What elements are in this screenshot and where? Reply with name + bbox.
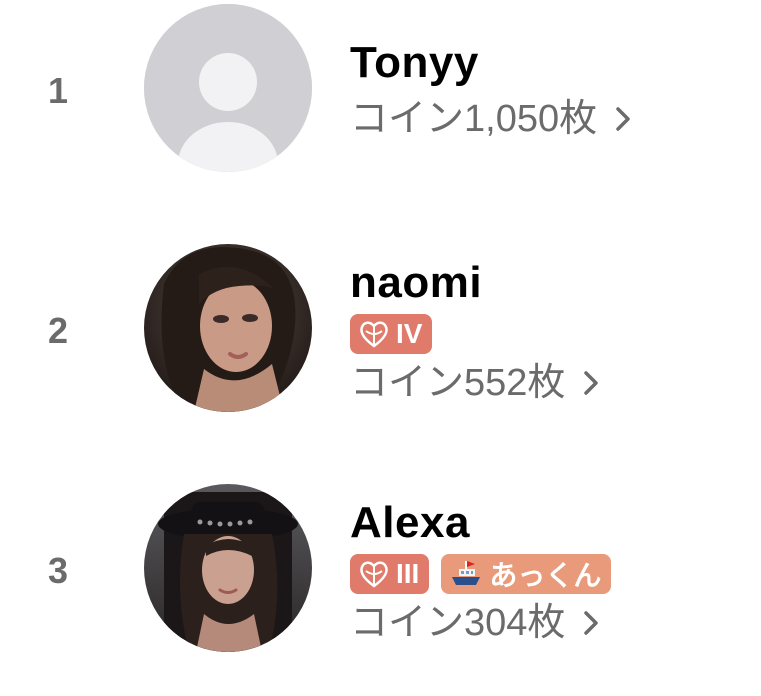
rank-number: 3 bbox=[48, 550, 69, 591]
coin-count-label: コイン552枚 bbox=[350, 362, 566, 404]
badge-label: あっくん bbox=[489, 560, 602, 591]
badge-label: IV bbox=[396, 318, 423, 349]
ranking-row[interactable]: 3 Alexa III あっくん コイン304枚 bbox=[0, 480, 761, 680]
level-badge: IV bbox=[350, 314, 433, 354]
ranking-row[interactable]: 1 Tonyy コイン1,050枚 bbox=[0, 0, 761, 200]
user-name: Tonyy bbox=[350, 38, 479, 87]
heart-emblem-icon bbox=[360, 561, 388, 588]
coin-count-label: コイン1,050枚 bbox=[350, 98, 598, 140]
chevron-right-icon bbox=[616, 107, 630, 131]
ranking-row[interactable]: 2 naomi IV コイン552枚 bbox=[0, 240, 761, 440]
supporter-badge: あっくん bbox=[441, 554, 612, 594]
level-badge: III bbox=[350, 554, 430, 594]
ranking-list: 1 Tonyy コイン1,050枚 2 naomi IV コイン552枚 3 A… bbox=[0, 0, 761, 696]
user-photo bbox=[144, 244, 312, 412]
chevron-right-icon bbox=[584, 611, 599, 635]
chevron-right-icon bbox=[584, 371, 599, 395]
coin-count-label: コイン304枚 bbox=[350, 602, 566, 644]
badge-list: III あっくん bbox=[350, 554, 612, 594]
badge-list: IV bbox=[350, 314, 599, 354]
avatar[interactable] bbox=[144, 244, 312, 412]
coin-count[interactable]: コイン552枚 bbox=[350, 358, 599, 408]
user-info: naomi IV コイン552枚 bbox=[350, 258, 599, 408]
heart-emblem-icon bbox=[360, 321, 388, 348]
coin-count[interactable]: コイン1,050枚 bbox=[350, 94, 631, 144]
ship-icon bbox=[452, 561, 481, 585]
badge-label: III bbox=[396, 558, 420, 589]
avatar[interactable] bbox=[144, 4, 312, 172]
user-info: Tonyy コイン1,050枚 bbox=[350, 38, 631, 144]
user-photo bbox=[144, 484, 312, 652]
user-name: Alexa bbox=[350, 498, 470, 547]
user-name: naomi bbox=[350, 258, 483, 307]
user-info: Alexa III あっくん コイン304枚 bbox=[350, 498, 612, 648]
rank-number: 1 bbox=[48, 70, 69, 111]
coin-count[interactable]: コイン304枚 bbox=[350, 598, 611, 648]
avatar[interactable] bbox=[144, 484, 312, 652]
rank-number: 2 bbox=[48, 310, 69, 351]
placeholder-avatar-icon bbox=[144, 4, 312, 172]
